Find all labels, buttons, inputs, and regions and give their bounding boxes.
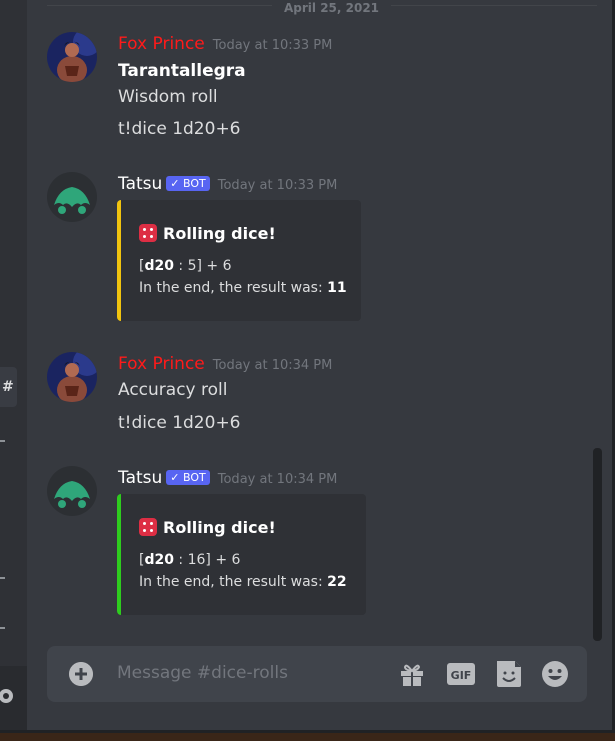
- gif-icon[interactable]: GIF: [447, 661, 475, 687]
- scrollbar-thumb[interactable]: [593, 448, 602, 641]
- message-header: Fox Prince Today at 10:34 PM: [118, 354, 332, 374]
- timestamp: Today at 10:34 PM: [217, 472, 338, 487]
- message-text: Accuracy roll: [118, 380, 228, 400]
- message-text: Tarantallegra: [118, 61, 246, 81]
- avatar[interactable]: [47, 352, 97, 402]
- gear-icon[interactable]: [0, 686, 16, 706]
- chat-area: April 25, 2021 Fox Prince Today at 10:33 …: [27, 0, 612, 730]
- date-divider-label: April 25, 2021: [272, 1, 392, 15]
- embed-title: Rolling dice!: [139, 518, 276, 537]
- result-prefix: In the end, the result was:: [139, 280, 328, 296]
- active-channel-tab[interactable]: #: [0, 367, 17, 407]
- fox-prince-avatar-image: [47, 352, 97, 402]
- avatar[interactable]: [47, 466, 97, 516]
- bot-badge: ✓ BOT: [166, 470, 210, 485]
- avatar[interactable]: [47, 172, 97, 222]
- message-header: Fox Prince Today at 10:33 PM: [118, 34, 332, 54]
- embed-title-text: Rolling dice!: [163, 224, 276, 243]
- username[interactable]: Fox Prince: [118, 354, 205, 374]
- sticker-icon[interactable]: [495, 661, 523, 687]
- bot-badge: ✓ BOT: [166, 176, 210, 191]
- gift-icon[interactable]: [398, 661, 426, 687]
- timestamp: Today at 10:33 PM: [217, 178, 338, 193]
- message-input[interactable]: Message #dice-rolls: [117, 663, 288, 683]
- avatar[interactable]: [47, 32, 97, 82]
- add-icon[interactable]: [69, 662, 93, 686]
- message-header: Tatsu ✓ BOT Today at 10:33 PM: [118, 174, 337, 194]
- roll-rest: : 5] + 6: [173, 258, 232, 274]
- tatsu-avatar-image: [47, 466, 97, 516]
- gif-icon-label: GIF: [451, 669, 472, 682]
- timestamp: Today at 10:33 PM: [212, 38, 333, 53]
- message-composer: Message #dice-rolls GIF: [47, 646, 587, 702]
- username[interactable]: Tatsu: [118, 174, 162, 194]
- roll-result: In the end, the result was: 22: [139, 574, 347, 590]
- message-text: t!dice 1d20+6: [118, 413, 241, 433]
- tatsu-avatar-image: [47, 172, 97, 222]
- date-divider: April 25, 2021: [47, 1, 597, 15]
- roll-result: In the end, the result was: 11: [139, 280, 347, 296]
- roll-die: d20: [144, 258, 174, 274]
- desktop-background: [0, 733, 615, 741]
- username[interactable]: Fox Prince: [118, 34, 205, 54]
- dice-icon: [139, 518, 157, 536]
- roll-breakdown: [d20 : 16] + 6: [139, 552, 240, 568]
- channel-sidebar-edge: #: [0, 0, 27, 741]
- result-value: 22: [327, 574, 347, 590]
- roll-rest: : 16] + 6: [173, 552, 241, 568]
- embed-title-text: Rolling dice!: [163, 518, 276, 537]
- channel-marker: [0, 627, 5, 629]
- channel-marker: [0, 440, 5, 442]
- dice-embed: Rolling dice! [d20 : 5] + 6 In the end, …: [117, 200, 361, 321]
- dice-embed: Rolling dice! [d20 : 16] + 6 In the end,…: [117, 494, 366, 615]
- channel-marker: [0, 577, 5, 579]
- username[interactable]: Tatsu: [118, 468, 162, 488]
- dice-icon: [139, 224, 157, 242]
- result-value: 11: [327, 280, 347, 296]
- timestamp: Today at 10:34 PM: [212, 358, 333, 373]
- emoji-icon[interactable]: [541, 661, 569, 687]
- discord-window: # April 25, 2021 Fox Prince Today at 10:…: [0, 0, 615, 741]
- result-prefix: In the end, the result was:: [139, 574, 328, 590]
- message-text: Wisdom roll: [118, 87, 218, 107]
- message-header: Tatsu ✓ BOT Today at 10:34 PM: [118, 468, 337, 488]
- message-text: t!dice 1d20+6: [118, 119, 241, 139]
- roll-die: d20: [144, 552, 174, 568]
- fox-prince-avatar-image: [47, 32, 97, 82]
- roll-breakdown: [d20 : 5] + 6: [139, 258, 232, 274]
- embed-title: Rolling dice!: [139, 224, 276, 243]
